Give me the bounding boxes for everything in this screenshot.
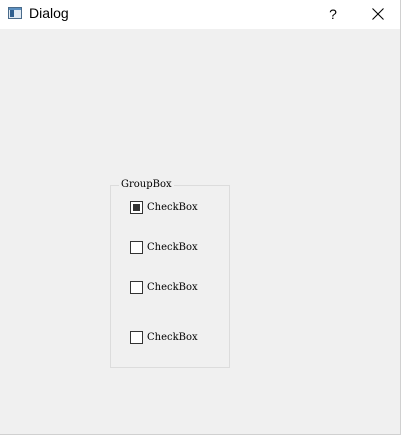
checkbox-2-label[interactable]: CheckBox xyxy=(147,242,198,253)
checkbox-3-box[interactable] xyxy=(130,280,143,294)
checkbox-3-label[interactable]: CheckBox xyxy=(147,282,198,293)
checkbox-4[interactable]: CheckBox xyxy=(130,330,198,344)
window-title: Dialog xyxy=(29,5,69,21)
checkbox-2-box[interactable] xyxy=(130,240,143,254)
title-bar[interactable]: Dialog ? xyxy=(0,0,400,29)
checkbox-3[interactable]: CheckBox xyxy=(130,280,198,294)
checkbox-1-label[interactable]: CheckBox xyxy=(147,202,198,213)
group-box-title: GroupBox xyxy=(119,179,174,191)
close-icon xyxy=(372,8,384,20)
window-icon xyxy=(8,7,22,19)
checkbox-1[interactable]: CheckBox xyxy=(130,200,198,214)
help-button[interactable]: ? xyxy=(316,0,350,29)
checkbox-2[interactable]: CheckBox xyxy=(130,240,198,254)
checkbox-4-box[interactable] xyxy=(130,330,143,344)
checkbox-4-label[interactable]: CheckBox xyxy=(147,332,198,343)
close-button[interactable] xyxy=(358,0,398,29)
checkbox-1-box[interactable] xyxy=(130,200,143,214)
dialog-window: Dialog ? GroupBox CheckBox CheckBox Chec… xyxy=(0,0,401,435)
